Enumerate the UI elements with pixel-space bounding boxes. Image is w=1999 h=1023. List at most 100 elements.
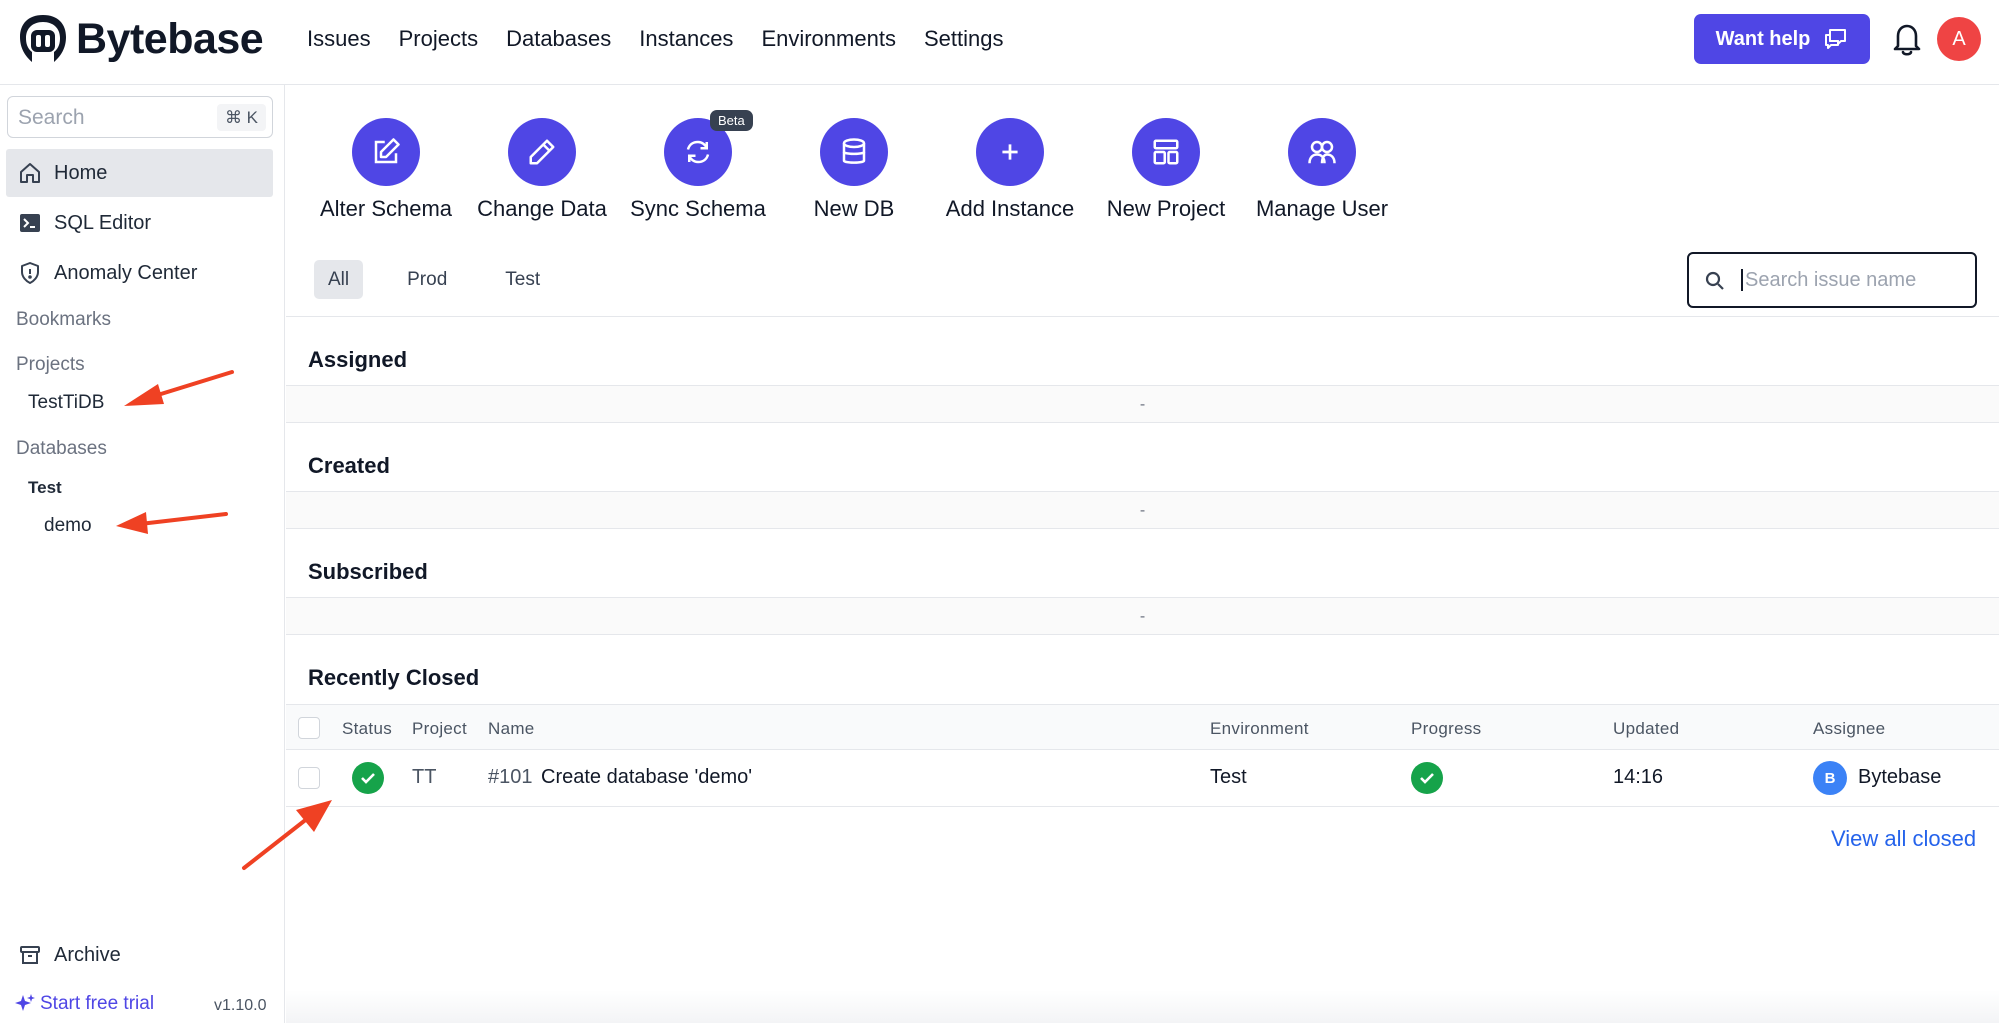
- row-issue-id: #101: [488, 766, 533, 788]
- header-project: Project: [412, 719, 468, 738]
- bell-icon[interactable]: [1890, 20, 1924, 58]
- home-icon: [20, 163, 40, 183]
- search-shortcut: ⌘ K: [216, 104, 266, 131]
- change-data-label: Change Data: [477, 196, 607, 221]
- plus-icon: [1002, 144, 1018, 160]
- sidebar-item-home[interactable]: Home: [6, 149, 273, 197]
- bottom-fade: [286, 990, 1999, 1023]
- sync-schema-button[interactable]: Sync Schema: [623, 118, 773, 222]
- view-all-closed-link[interactable]: View all closed: [1831, 826, 1976, 852]
- want-help-button[interactable]: Want help: [1694, 14, 1870, 64]
- bookmarks-heading: Bookmarks: [16, 309, 112, 330]
- tab-prod[interactable]: Prod: [393, 260, 461, 299]
- sidebar-search-placeholder: Search: [18, 106, 85, 129]
- sidebar-item-label: Home: [54, 161, 108, 184]
- issues-table-header: Status Project Name Environment Progress…: [286, 704, 1999, 750]
- alter-schema-circle: [352, 118, 420, 186]
- sidebar-item-label: SQL Editor: [54, 211, 152, 234]
- user-avatar[interactable]: A: [1937, 17, 1981, 61]
- nav-issues[interactable]: Issues: [307, 24, 371, 54]
- main-content: Alter Schema Change Data Sync Schema Bet…: [286, 85, 1999, 1023]
- issue-search-input[interactable]: Search issue name: [1687, 252, 1977, 308]
- row-issue-name[interactable]: Create database 'demo': [541, 766, 752, 789]
- manage-user-label: Manage User: [1255, 196, 1389, 221]
- select-all-checkbox[interactable]: [298, 717, 320, 739]
- main-nav: Issues Projects Databases Instances Envi…: [307, 24, 1031, 54]
- alter-schema-label: Alter Schema: [319, 196, 453, 221]
- sidebar-database-demo[interactable]: demo: [44, 515, 92, 537]
- chat-icon: [1825, 29, 1847, 49]
- header-name: Name: [488, 719, 535, 738]
- nav-databases[interactable]: Databases: [506, 24, 611, 54]
- nav-settings[interactable]: Settings: [924, 24, 1004, 54]
- header-updated: Updated: [1613, 719, 1680, 738]
- table-row[interactable]: TT #101 Create database 'demo' Test 14:1…: [286, 750, 1999, 807]
- sidebar: Search ⌘ K Home SQL Editor Anomaly Cente…: [0, 85, 285, 1023]
- environment-tabs: All Prod Test: [314, 260, 584, 299]
- archive-icon: [20, 946, 40, 964]
- created-empty-row: -: [286, 491, 1999, 529]
- annotation-arrow-icon: [242, 800, 332, 870]
- version-label: v1.10.0: [214, 997, 267, 1014]
- databases-heading: Databases: [16, 438, 107, 459]
- row-checkbox[interactable]: [298, 767, 320, 789]
- change-data-circle: [508, 118, 576, 186]
- header-progress: Progress: [1411, 719, 1482, 738]
- users-icon: [1308, 140, 1336, 164]
- row-assignee: Bytebase: [1858, 766, 1942, 788]
- new-db-circle: [820, 118, 888, 186]
- section-assigned-title: Assigned: [308, 347, 408, 372]
- sidebar-item-label: Archive: [54, 943, 121, 966]
- section-subscribed-title: Subscribed: [308, 559, 428, 584]
- sync-schema-label: Sync Schema: [630, 196, 766, 221]
- top-navbar: Bytebase Issues Projects Databases Insta…: [0, 0, 1999, 85]
- add-instance-circle: [976, 118, 1044, 186]
- new-db-button[interactable]: New DB: [779, 118, 929, 222]
- section-recently-closed-title: Recently Closed: [308, 665, 480, 690]
- pencil-icon: [529, 139, 555, 165]
- add-instance-button[interactable]: Add Instance: [935, 118, 1085, 222]
- logo[interactable]: Bytebase: [16, 12, 264, 66]
- status-done-icon: [352, 762, 384, 794]
- row-environment: Test: [1210, 766, 1247, 788]
- nav-instances[interactable]: Instances: [639, 24, 733, 54]
- nav-environments[interactable]: Environments: [761, 24, 896, 54]
- manage-user-circle: [1288, 118, 1356, 186]
- section-created-title: Created: [308, 453, 390, 478]
- shield-icon: [21, 262, 39, 284]
- sidebar-item-archive[interactable]: Archive: [6, 931, 273, 979]
- bytebase-logo-icon: [20, 15, 66, 62]
- alter-schema-button[interactable]: Alter Schema: [311, 118, 461, 222]
- sidebar-item-sql-editor[interactable]: SQL Editor: [6, 199, 273, 247]
- new-project-circle: [1132, 118, 1200, 186]
- sidebar-item-label: Anomaly Center: [54, 261, 198, 284]
- divider: [286, 316, 1999, 317]
- new-project-label: New Project: [1106, 196, 1226, 221]
- annotation-arrow-icon: [116, 512, 228, 534]
- issue-search-placeholder: Search issue name: [1741, 269, 1916, 291]
- terminal-icon: [20, 214, 40, 232]
- database-icon: [842, 138, 866, 164]
- beta-badge: Beta: [710, 110, 753, 131]
- assigned-empty-row: -: [286, 385, 1999, 423]
- projects-heading: Projects: [16, 354, 85, 375]
- start-free-trial-link[interactable]: Start free trial: [14, 993, 154, 1015]
- sparkle-icon: [15, 994, 35, 1011]
- brand-name: Bytebase: [76, 14, 264, 63]
- row-project: TT: [412, 766, 437, 788]
- tab-test[interactable]: Test: [491, 260, 554, 299]
- new-project-button[interactable]: New Project: [1091, 118, 1241, 222]
- change-data-button[interactable]: Change Data: [467, 118, 617, 222]
- nav-projects[interactable]: Projects: [399, 24, 478, 54]
- sidebar-item-anomaly-center[interactable]: Anomaly Center: [6, 249, 273, 297]
- manage-user-button[interactable]: Manage User: [1247, 118, 1397, 222]
- sidebar-search[interactable]: Search ⌘ K: [7, 96, 273, 138]
- trial-label: Start free trial: [40, 993, 155, 1014]
- row-updated: 14:16: [1613, 766, 1664, 788]
- tab-all[interactable]: All: [314, 260, 364, 299]
- progress-done-icon: [1411, 762, 1443, 794]
- header-environment: Environment: [1210, 719, 1309, 738]
- sidebar-project-testtidb[interactable]: TestTiDB: [28, 392, 104, 414]
- layout-icon: [1153, 139, 1179, 165]
- new-db-label: New DB: [813, 196, 895, 221]
